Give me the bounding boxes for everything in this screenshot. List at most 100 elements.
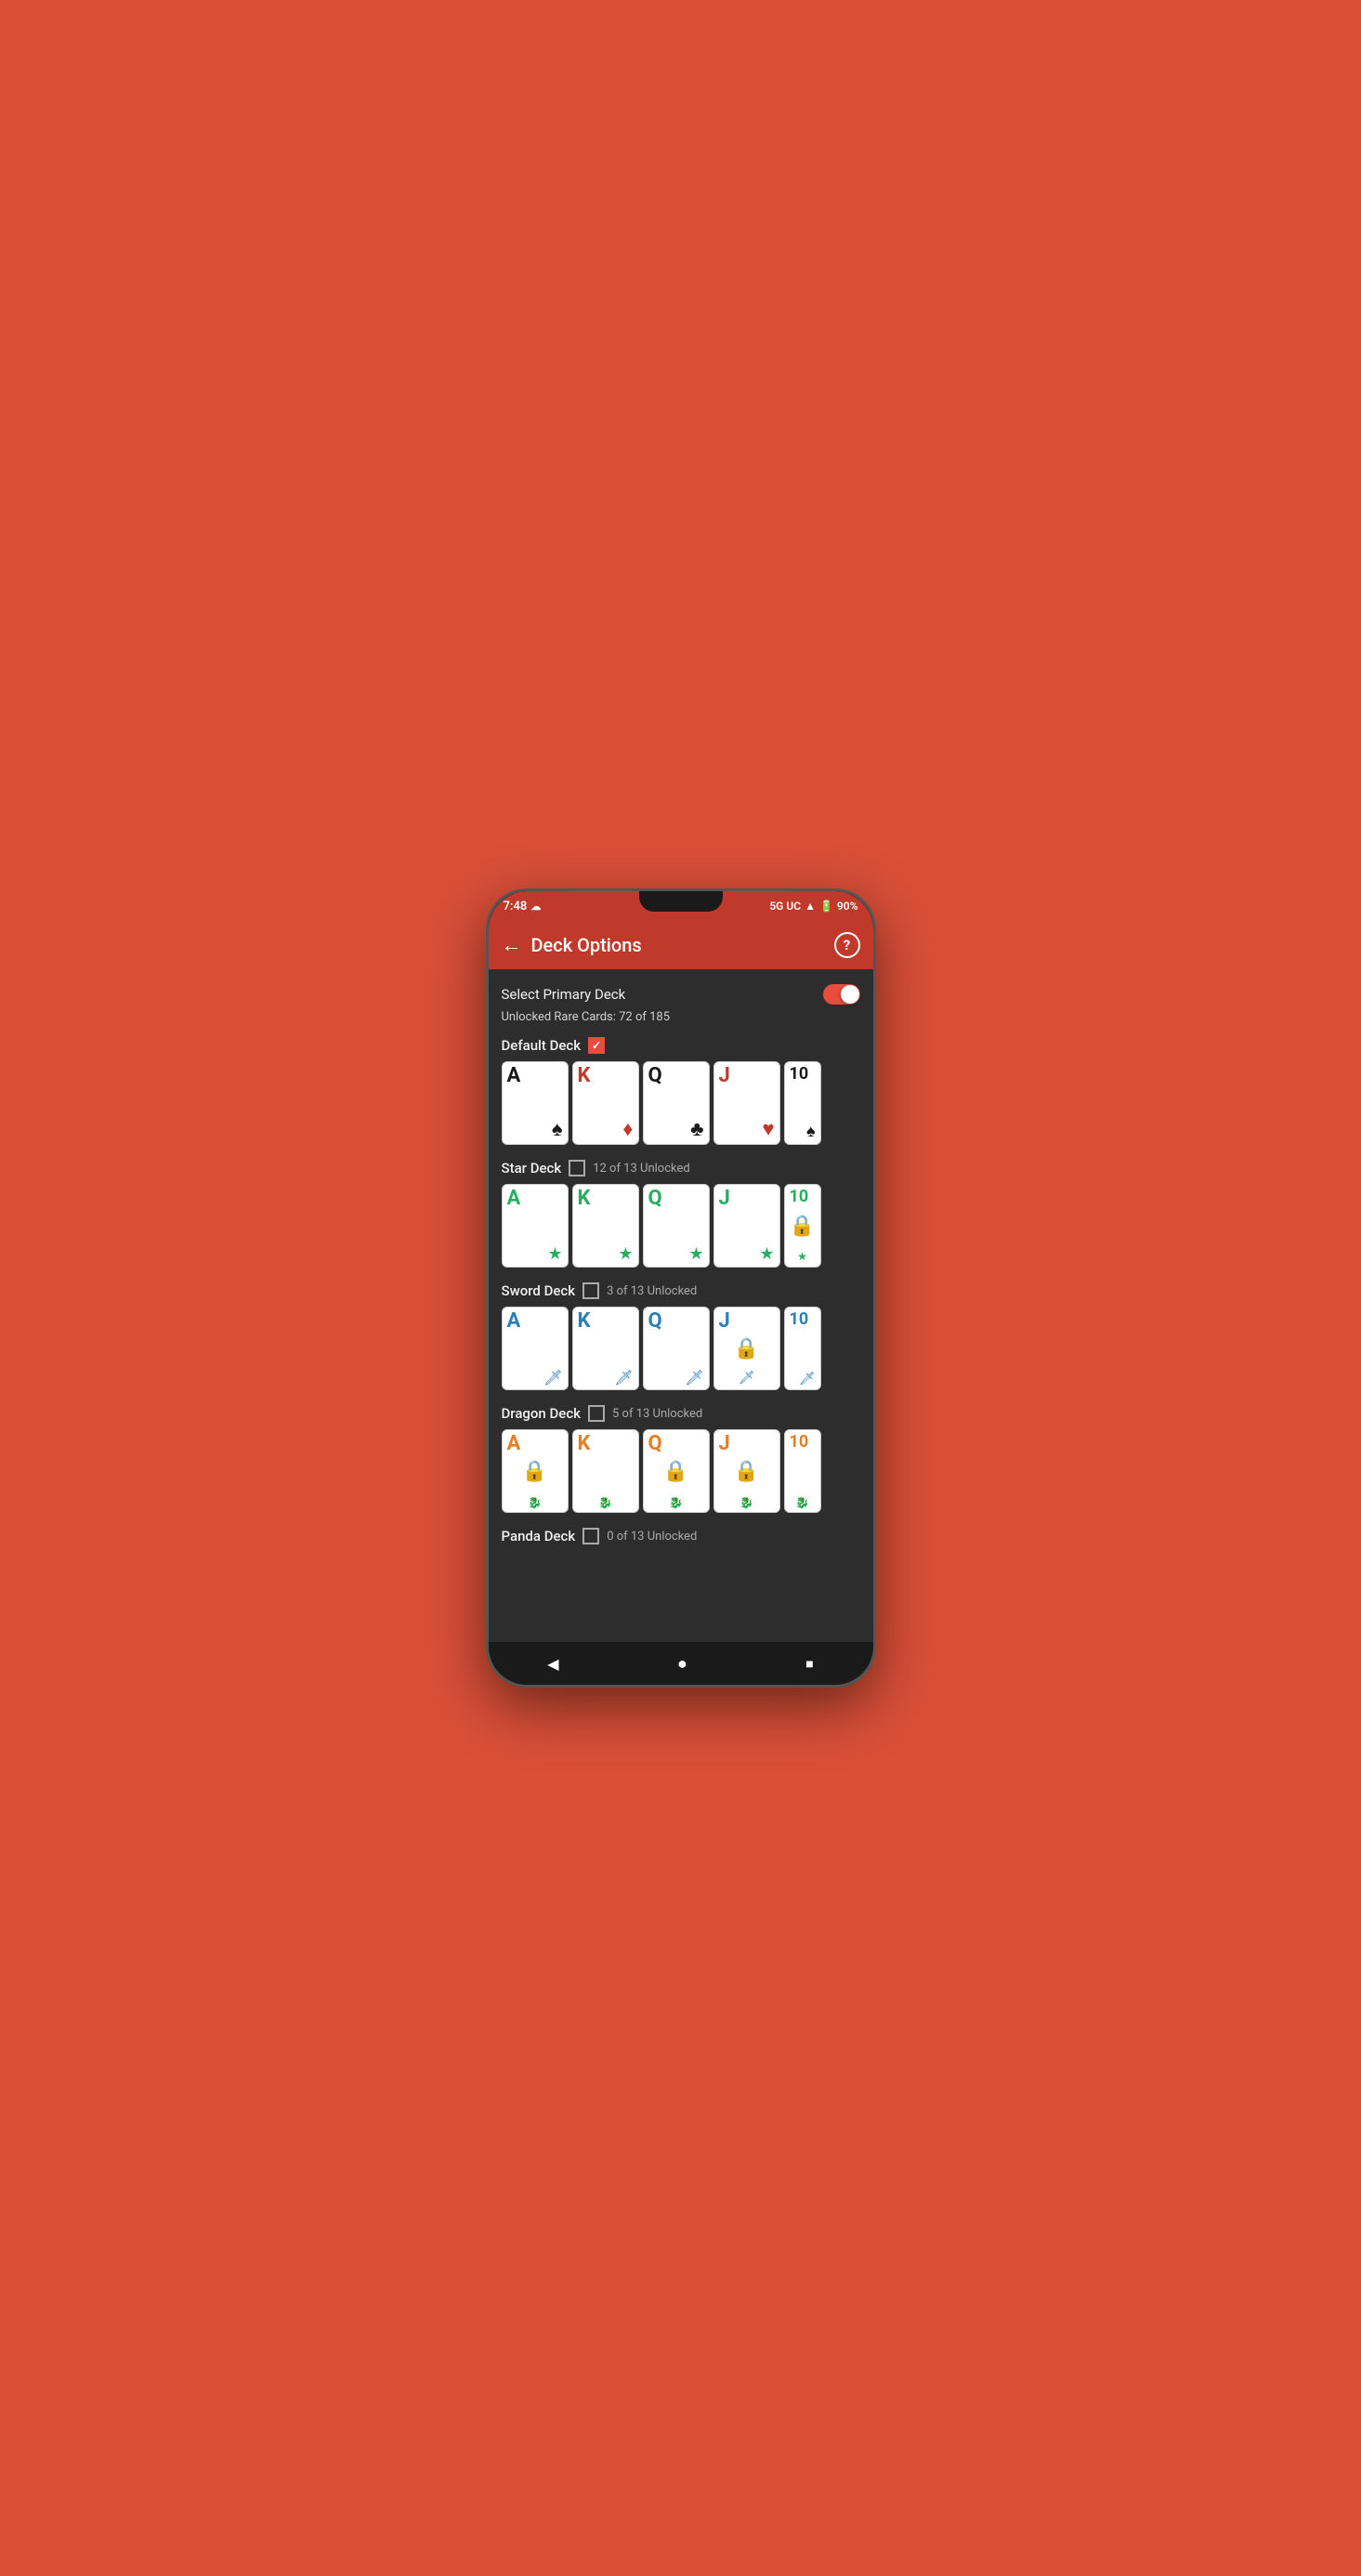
card-sword-ace[interactable]: A 🗡	[502, 1307, 569, 1390]
card-suit: ♣	[690, 1120, 703, 1140]
status-right: 5G UC ▲ 🔋 90%	[769, 900, 857, 913]
card-value: Q	[648, 1066, 662, 1086]
card-value: J	[719, 1189, 730, 1209]
card-value: K	[578, 1434, 591, 1454]
deck-unlock-star: 12 of 13 Unlocked	[593, 1162, 690, 1176]
battery-percent: 90%	[837, 900, 858, 913]
deck-unlock-panda: 0 of 13 Unlocked	[607, 1530, 697, 1544]
battery-icon: 🔋	[819, 900, 833, 913]
card-default-ten[interactable]: 10 ♠	[784, 1061, 821, 1145]
deck-section-sword: Sword Deck 3 of 13 Unlocked A 🗡 K 🗡 Q	[502, 1282, 860, 1390]
deck-section-star: Star Deck 12 of 13 Unlocked A ★ K ★ Q	[502, 1160, 860, 1268]
card-sword-ten[interactable]: 10 🗡	[784, 1307, 821, 1390]
notch	[639, 891, 723, 912]
nav-recents-button[interactable]: ■	[791, 1649, 828, 1679]
card-suit: 🗡	[543, 1371, 562, 1386]
deck-checkbox-sword[interactable]	[582, 1282, 599, 1299]
nav-home-button[interactable]: ●	[662, 1647, 702, 1681]
card-suit: ♠	[552, 1120, 563, 1140]
cards-row-dragon: A 🔒 🐉 K 🐉 Q 🔒 🐉	[502, 1429, 860, 1513]
unlocked-rare-text: Unlocked Rare Cards: 72 of 185	[502, 1010, 860, 1024]
page-title: Deck Options	[531, 934, 834, 956]
cloud-icon: ☁	[530, 900, 541, 913]
card-suit: ★	[688, 1246, 703, 1263]
card-dragon-king[interactable]: K 🐉	[572, 1429, 639, 1513]
card-sword-queen[interactable]: Q 🗡	[643, 1307, 710, 1390]
deck-header-dragon: Dragon Deck 5 of 13 Unlocked	[502, 1405, 860, 1422]
deck-name-dragon: Dragon Deck	[502, 1405, 582, 1422]
card-suit: 🗡	[685, 1371, 703, 1386]
card-sword-king[interactable]: K 🗡	[572, 1307, 639, 1390]
card-default-jack[interactable]: J ♥	[713, 1061, 780, 1145]
content-area: Select Primary Deck Unlocked Rare Cards:…	[489, 969, 873, 1642]
card-value: A	[507, 1311, 521, 1332]
deck-section-dragon: Dragon Deck 5 of 13 Unlocked A 🔒 🐉 K 🐉	[502, 1405, 860, 1513]
deck-unlock-sword: 3 of 13 Unlocked	[607, 1284, 697, 1298]
card-dragon-queen[interactable]: Q 🔒 🐉	[643, 1429, 710, 1513]
card-dragon-jack[interactable]: J 🔒 🐉	[713, 1429, 780, 1513]
card-suit: ★	[547, 1246, 562, 1263]
deck-name-panda: Panda Deck	[502, 1528, 576, 1544]
card-sword-jack[interactable]: J 🔒 🗡	[713, 1307, 780, 1390]
card-suit: ★	[759, 1246, 774, 1263]
card-value: A	[507, 1189, 521, 1209]
card-suit: ♥	[762, 1120, 774, 1140]
deck-checkbox-panda[interactable]	[582, 1528, 599, 1544]
phone-device: 7:48 ☁ 5G UC ▲ 🔋 90% ← Deck Options ? Se…	[486, 888, 876, 1688]
card-value: K	[578, 1311, 591, 1332]
help-button[interactable]: ?	[834, 932, 860, 958]
primary-deck-row: Select Primary Deck	[502, 984, 860, 1005]
deck-header-panda: Panda Deck 0 of 13 Unlocked	[502, 1528, 860, 1544]
nav-back-button[interactable]: ◀	[532, 1648, 573, 1680]
card-star-ten[interactable]: 10 🔒 ★	[784, 1184, 821, 1268]
card-star-queen[interactable]: Q ★	[643, 1184, 710, 1268]
card-suit: 🗡	[614, 1371, 633, 1386]
cards-row-star: A ★ K ★ Q ★ J ★	[502, 1184, 860, 1268]
card-suit: 🗡	[799, 1373, 816, 1386]
card-default-ace[interactable]: A ♠	[502, 1061, 569, 1145]
card-value: A	[507, 1066, 521, 1086]
card-value: 10	[790, 1311, 809, 1328]
card-value: K	[578, 1066, 591, 1086]
card-value: 10	[790, 1066, 809, 1083]
app-bar: ← Deck Options ?	[489, 921, 873, 969]
deck-checkbox-dragon[interactable]	[588, 1405, 605, 1422]
cards-row-default: A ♠ K ♦ Q ♣ J ♥	[502, 1061, 860, 1145]
deck-header-default: Default Deck	[502, 1037, 860, 1054]
deck-checkbox-default[interactable]	[588, 1037, 605, 1054]
toggle-knob	[841, 985, 859, 1004]
card-dragon-ten[interactable]: 10 🐉	[784, 1429, 821, 1513]
card-star-king[interactable]: K ★	[572, 1184, 639, 1268]
deck-name-default: Default Deck	[502, 1037, 582, 1054]
card-value: Q	[648, 1311, 662, 1332]
primary-deck-label: Select Primary Deck	[502, 986, 626, 1003]
card-value: Q	[648, 1189, 662, 1209]
time-display: 7:48	[504, 900, 528, 913]
deck-checkbox-star[interactable]	[569, 1160, 585, 1176]
card-suit: ♠	[806, 1124, 816, 1140]
primary-deck-toggle[interactable]	[823, 984, 860, 1005]
card-suit: ♦	[622, 1120, 633, 1140]
card-dragon-ace[interactable]: A 🔒 🐉	[502, 1429, 569, 1513]
deck-header-sword: Sword Deck 3 of 13 Unlocked	[502, 1282, 860, 1299]
back-button[interactable]: ←	[502, 933, 522, 957]
network-indicator: 5G UC	[769, 900, 801, 913]
card-suit: ★	[618, 1246, 633, 1263]
card-value: J	[719, 1066, 730, 1086]
deck-name-star: Star Deck	[502, 1160, 562, 1176]
card-star-jack[interactable]: J ★	[713, 1184, 780, 1268]
bottom-nav: ◀ ● ■	[489, 1642, 873, 1685]
card-default-queen[interactable]: Q ♣	[643, 1061, 710, 1145]
card-value: 10	[790, 1434, 809, 1451]
status-time: 7:48 ☁	[504, 900, 542, 913]
deck-section-panda: Panda Deck 0 of 13 Unlocked	[502, 1528, 860, 1544]
deck-unlock-dragon: 5 of 13 Unlocked	[612, 1407, 702, 1421]
card-star-ace[interactable]: A ★	[502, 1184, 569, 1268]
signal-icon: ▲	[805, 900, 816, 913]
deck-name-sword: Sword Deck	[502, 1282, 576, 1299]
cards-row-sword: A 🗡 K 🗡 Q 🗡 J 🔒 🗡	[502, 1307, 860, 1390]
deck-section-default: Default Deck A ♠ K ♦ Q	[502, 1037, 860, 1145]
card-default-king[interactable]: K ♦	[572, 1061, 639, 1145]
deck-header-star: Star Deck 12 of 13 Unlocked	[502, 1160, 860, 1176]
card-value: K	[578, 1189, 591, 1209]
